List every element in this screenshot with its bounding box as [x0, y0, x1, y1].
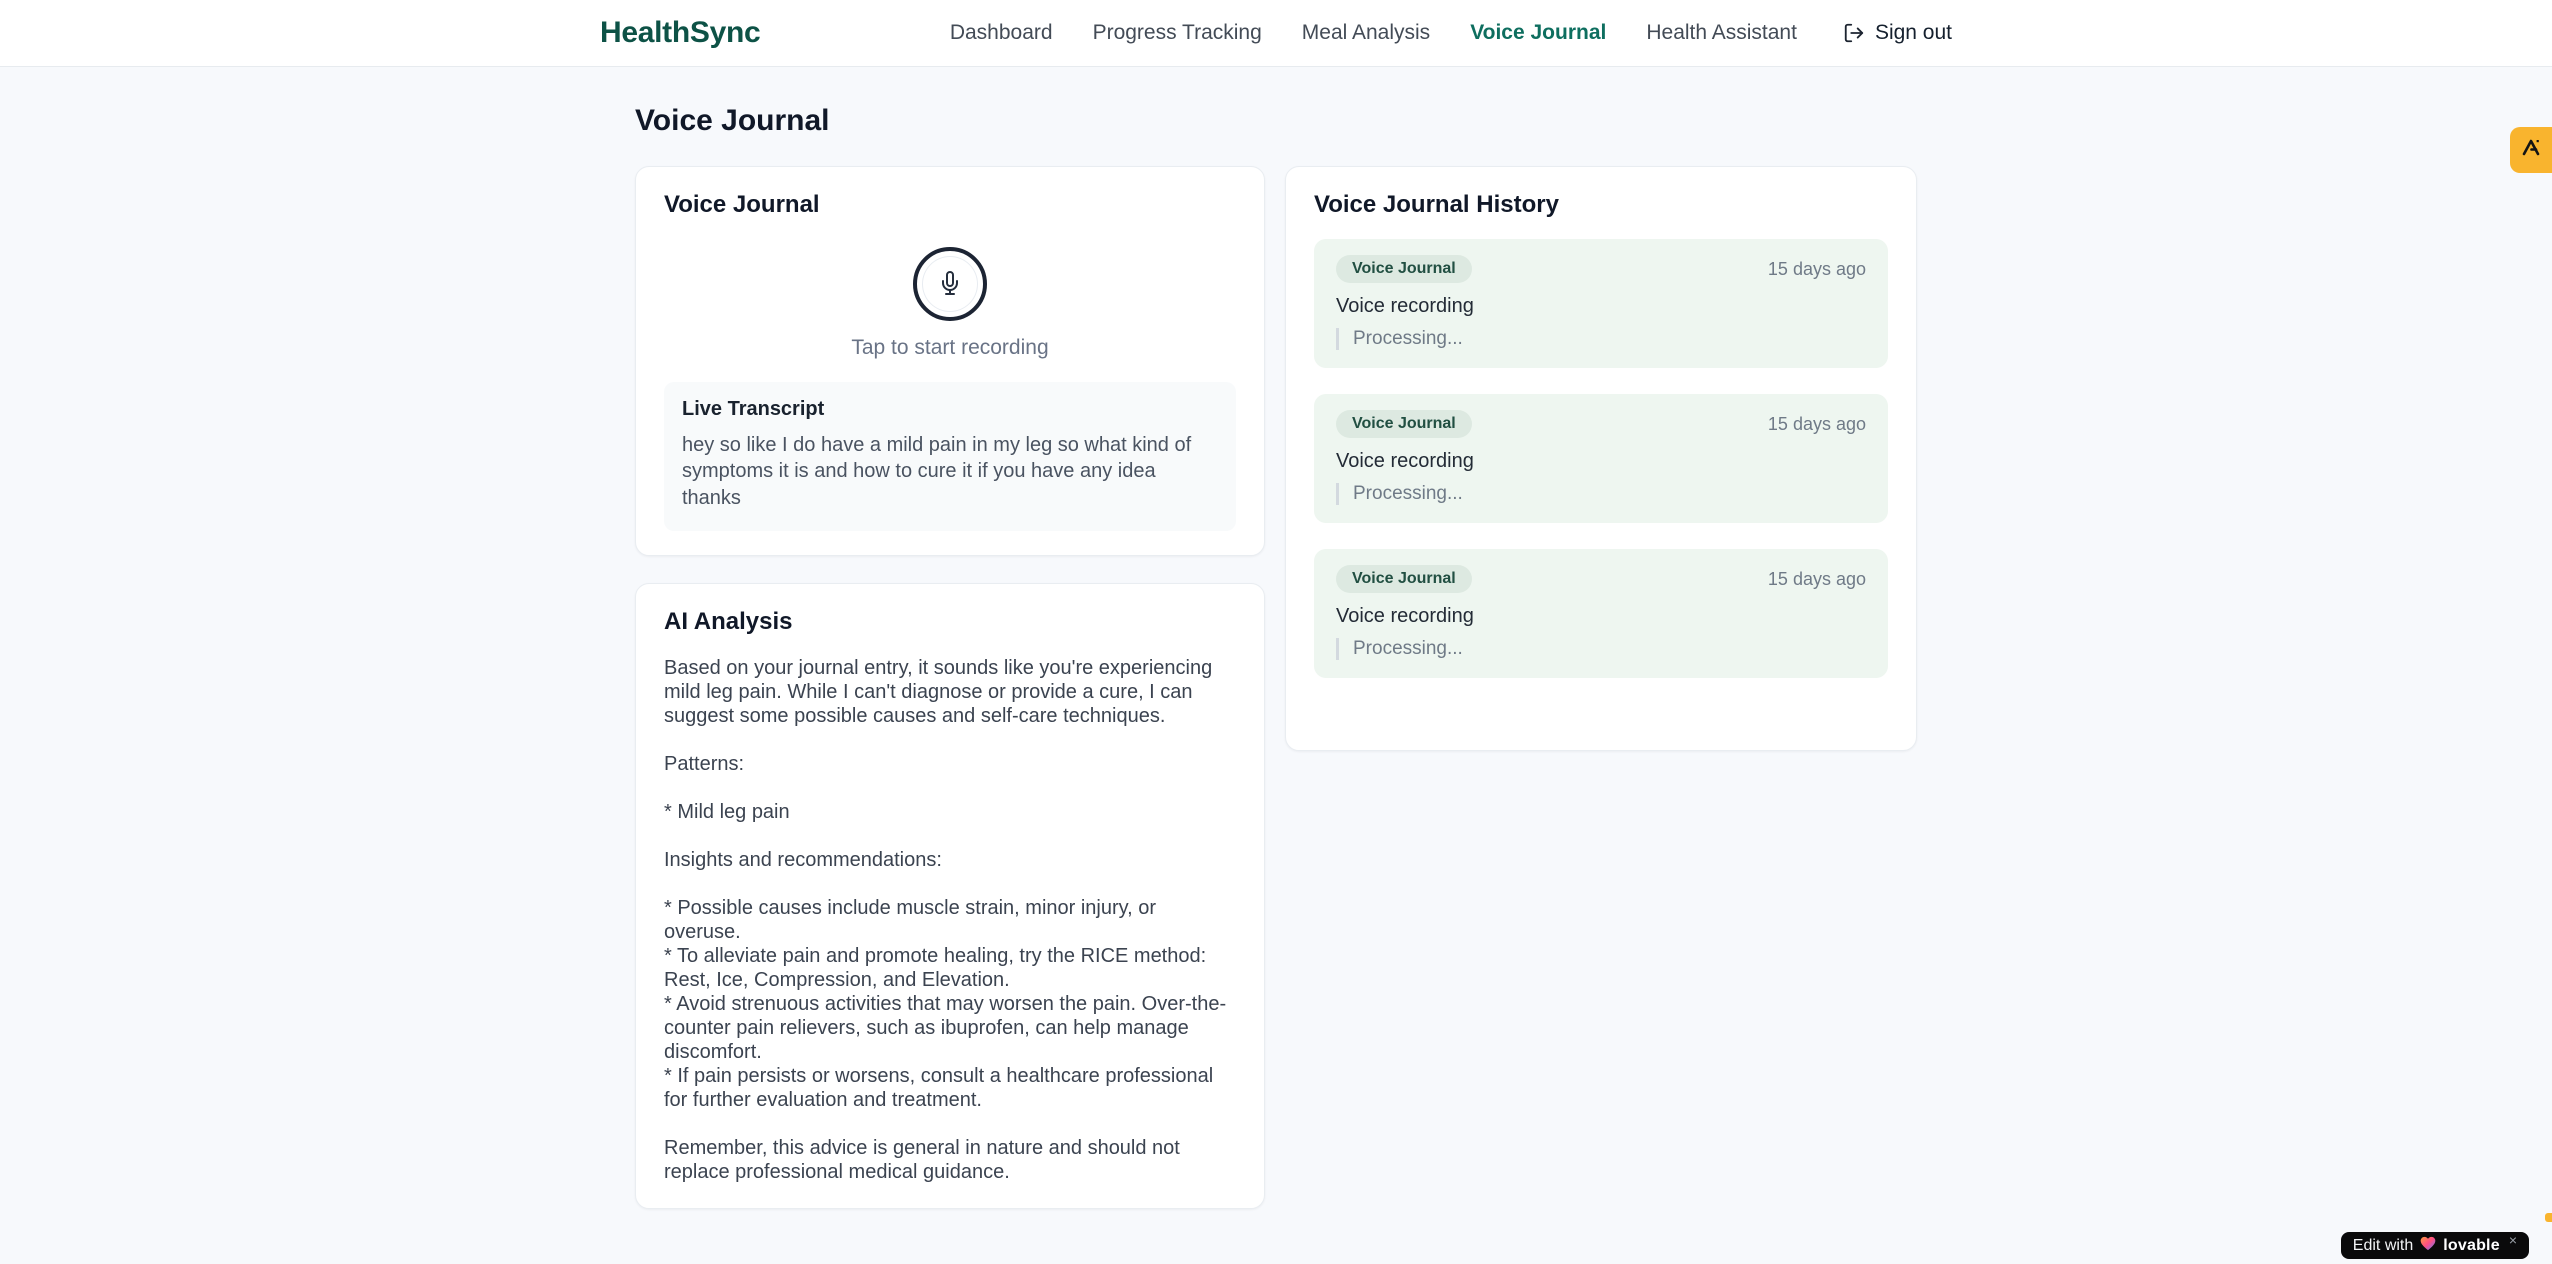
live-transcript-box: Live Transcript hey so like I do have a … [664, 382, 1236, 532]
entry-processing-status: Processing... [1336, 483, 1866, 505]
log-out-icon [1843, 22, 1865, 44]
nav-item-meal-analysis[interactable]: Meal Analysis [1302, 21, 1430, 45]
badge-close-icon[interactable]: × [2509, 1232, 2517, 1248]
edit-with-lovable-badge[interactable]: Edit with lovable × [2340, 1232, 2529, 1259]
main-content: Voice Journal Voice Journal Tap to start… [635, 67, 1917, 1210]
lovable-tab-icon [2520, 137, 2542, 164]
entry-type-badge: Voice Journal [1336, 410, 1472, 438]
top-header: HealthSync Dashboard Progress Tracking M… [0, 0, 2552, 67]
main-nav: Dashboard Progress Tracking Meal Analysi… [950, 21, 1952, 45]
nav-item-progress-tracking[interactable]: Progress Tracking [1093, 21, 1262, 45]
nav-item-dashboard[interactable]: Dashboard [950, 21, 1053, 45]
entry-summary: Voice recording [1336, 605, 1474, 627]
ai-analysis-card: AI Analysis Based on your journal entry,… [635, 583, 1265, 1210]
page-title: Voice Journal [635, 104, 830, 137]
entry-summary: Voice recording [1336, 450, 1474, 472]
history-entry[interactable]: Voice Journal 15 days ago Voice recordin… [1314, 239, 1888, 368]
entry-processing-status: Processing... [1336, 328, 1866, 350]
entry-type-badge: Voice Journal [1336, 255, 1472, 283]
history-card-title: Voice Journal History [1314, 191, 1559, 218]
history-entry[interactable]: Voice Journal 15 days ago Voice recordin… [1314, 394, 1888, 523]
record-button[interactable] [913, 247, 987, 321]
lovable-side-tab[interactable] [2510, 127, 2552, 173]
heart-icon [2420, 1236, 2436, 1256]
tap-to-record-hint: Tap to start recording [851, 336, 1049, 359]
nav-item-health-assistant[interactable]: Health Assistant [1646, 21, 1797, 45]
entry-summary: Voice recording [1336, 295, 1474, 317]
edit-badge-prefix: Edit with [2352, 1236, 2414, 1254]
recorder-card-title: Voice Journal [664, 191, 820, 218]
app-logo[interactable]: HealthSync [600, 16, 761, 50]
voice-recorder-card: Voice Journal Tap to start recording Liv… [635, 166, 1265, 557]
ai-analysis-body: Based on your journal entry, it sounds l… [664, 657, 1227, 1184]
edge-sliver [2545, 1213, 2552, 1222]
entry-type-badge: Voice Journal [1336, 565, 1472, 593]
sign-out-button[interactable]: Sign out [1843, 21, 1952, 45]
sign-out-label: Sign out [1874, 21, 1952, 44]
microphone-icon [938, 270, 962, 298]
entry-timestamp: 15 days ago [1767, 568, 1866, 589]
voice-journal-history-card: Voice Journal History Voice Journal 15 d… [1285, 166, 1917, 751]
entry-processing-status: Processing... [1336, 638, 1866, 660]
history-entry[interactable]: Voice Journal 15 days ago Voice recordin… [1314, 549, 1888, 678]
live-transcript-title: Live Transcript [682, 398, 825, 420]
nav-item-voice-journal[interactable]: Voice Journal [1470, 21, 1606, 45]
edit-badge-brand: lovable [2443, 1236, 2500, 1254]
entry-timestamp: 15 days ago [1767, 413, 1866, 434]
live-transcript-text: hey so like I do have a mild pain in my … [682, 434, 1192, 509]
entry-timestamp: 15 days ago [1767, 258, 1866, 279]
ai-analysis-title: AI Analysis [664, 608, 793, 636]
